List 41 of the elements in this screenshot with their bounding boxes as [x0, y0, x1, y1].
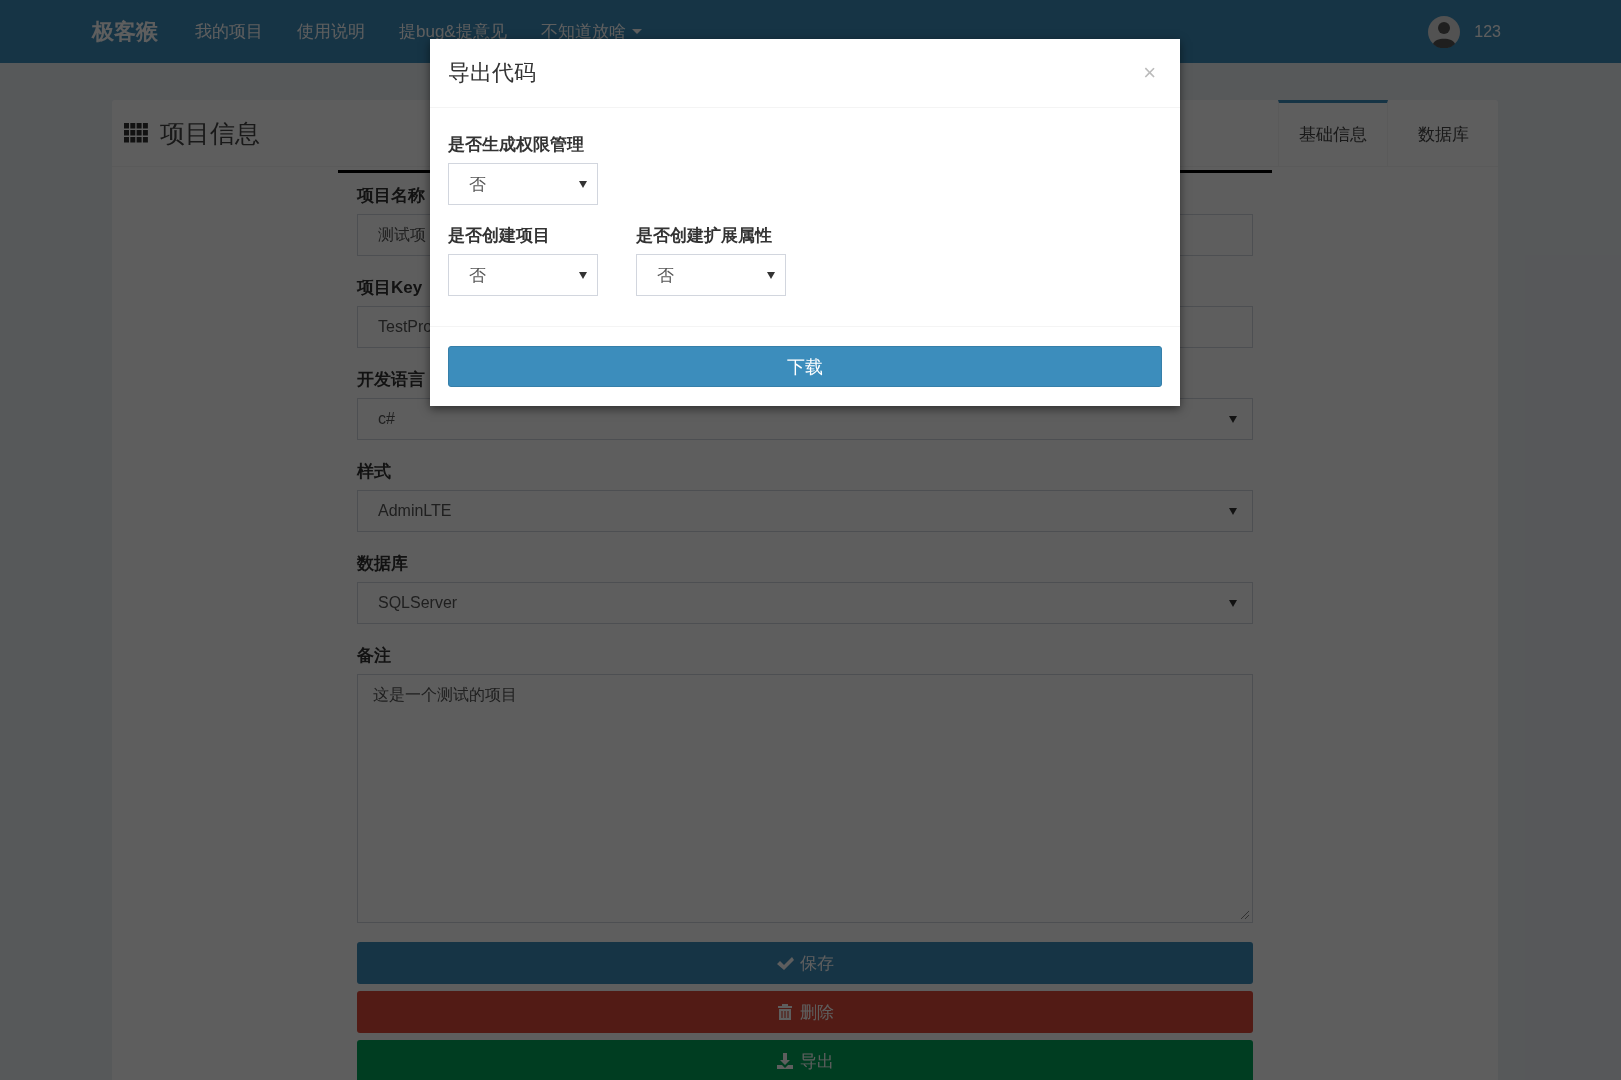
field-label: 样式 [357, 462, 392, 482]
field-label: 是否生成权限管理 [448, 134, 585, 156]
card-title: 项目信息 [160, 117, 260, 149]
grid-icon [124, 123, 148, 143]
caret-icon [1229, 599, 1237, 607]
download-icon [776, 1052, 794, 1070]
user-name[interactable]: 123 [1474, 22, 1501, 41]
nav-link[interactable]: 我的项目 [178, 20, 280, 43]
export-button[interactable]: 导出 [357, 1040, 1253, 1080]
field-label: 备注 [357, 646, 392, 666]
field-label: 开发语言 [357, 370, 426, 390]
resize-grip-icon [1240, 910, 1250, 920]
caret-icon [579, 271, 587, 279]
delete-button[interactable]: 删除 [357, 991, 1253, 1033]
nav-link[interactable]: 提bug&提意见 [382, 20, 524, 43]
tab[interactable]: 基础信息 [1278, 100, 1388, 166]
select-field[interactable]: 否 [448, 254, 598, 296]
save-button[interactable]: 保存 [357, 942, 1253, 984]
modal-title: 导出代码 [448, 59, 536, 87]
caret-icon [1229, 507, 1237, 515]
close-button[interactable]: × [1137, 59, 1162, 87]
trash-icon [776, 1003, 794, 1021]
field-label: 数据库 [357, 554, 409, 574]
caret-icon [631, 29, 642, 34]
nav-link[interactable]: 使用说明 [280, 20, 382, 43]
caret-icon [767, 271, 775, 279]
field-label: 是否创建项目 [448, 225, 551, 247]
caret-icon [579, 180, 587, 188]
select-field[interactable]: 否 [448, 163, 598, 205]
field-label: 是否创建扩展属性 [636, 225, 773, 247]
select-field[interactable]: SQLServer [357, 582, 1253, 624]
field-label: 项目名称 [357, 186, 426, 206]
select-field[interactable]: 否 [636, 254, 786, 296]
download-button[interactable]: 下载 [448, 346, 1162, 387]
tab[interactable]: 数据库 [1388, 100, 1498, 166]
nav-link[interactable]: 不知道放啥 [523, 20, 659, 43]
field-label: 项目Key [357, 278, 424, 298]
caret-icon [1229, 415, 1237, 423]
brand-logo[interactable]: 极客猴 [92, 16, 158, 47]
avatar-icon[interactable] [1428, 15, 1461, 48]
select-field[interactable]: AdminLTE [357, 490, 1253, 532]
